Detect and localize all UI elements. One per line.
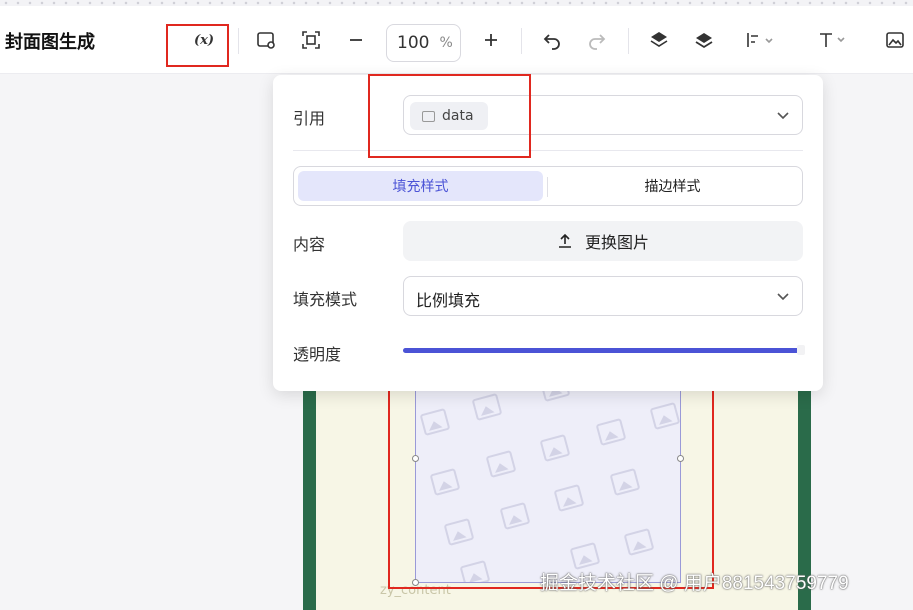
reference-select[interactable]: data xyxy=(403,95,803,135)
section-divider xyxy=(293,150,803,151)
variable-chip[interactable]: data xyxy=(410,102,488,130)
toolbar-divider xyxy=(521,28,522,54)
undo-icon[interactable] xyxy=(536,24,568,56)
placeholder-image-icon xyxy=(553,484,585,512)
chevron-down-icon xyxy=(777,112,789,120)
image-element[interactable] xyxy=(415,380,681,583)
zoom-unit: % xyxy=(439,35,453,51)
upload-icon xyxy=(558,233,571,248)
layers-icon[interactable] xyxy=(688,24,720,56)
redo-icon[interactable] xyxy=(581,24,613,56)
toolbar-divider xyxy=(628,28,629,54)
style-tabs: 填充样式 描边样式 xyxy=(293,166,803,206)
placeholder-image-icon xyxy=(623,528,655,556)
placeholder-image-icon xyxy=(429,468,461,496)
align-dropdown[interactable] xyxy=(736,24,784,56)
properties-panel: 引用 data 填充样式 描边样式 内容 更换图片 填充模式 比例填充 透明度 xyxy=(273,75,823,391)
page-title: 封面图生成 xyxy=(5,32,95,53)
fill-mode-label: 填充模式 xyxy=(293,290,358,309)
bring-forward-icon[interactable] xyxy=(643,24,675,56)
opacity-slider-fill xyxy=(403,348,799,353)
variable-chip-label: data xyxy=(442,108,474,124)
placeholder-image-icon xyxy=(609,468,641,496)
opacity-slider-handle[interactable] xyxy=(797,345,805,355)
zoom-value: 100 xyxy=(397,33,430,53)
resize-handle[interactable] xyxy=(677,455,684,462)
resize-handle[interactable] xyxy=(412,455,419,462)
reference-label: 引用 xyxy=(293,109,326,128)
tab-divider xyxy=(547,177,548,197)
replace-image-button[interactable]: 更换图片 xyxy=(403,221,803,261)
watermark: 掘金技术社区 @ 用户881543759779 xyxy=(540,573,849,594)
zoom-out-icon[interactable] xyxy=(340,24,372,56)
zoom-input[interactable]: 100 % xyxy=(386,24,461,62)
fill-mode-value: 比例填充 xyxy=(416,291,481,310)
image-type-icon xyxy=(422,110,435,122)
placeholder-image-icon xyxy=(569,542,601,570)
fit-screen-icon[interactable] xyxy=(295,24,327,56)
placeholder-image-icon xyxy=(459,560,491,582)
tab-stroke-style[interactable]: 描边样式 xyxy=(550,171,795,201)
content-label: 内容 xyxy=(293,235,326,254)
opacity-slider[interactable] xyxy=(403,348,799,353)
canvas-settings-icon[interactable] xyxy=(250,24,282,56)
layer-name-label: zy_content xyxy=(380,583,451,598)
placeholder-image-icon xyxy=(485,450,517,478)
replace-image-label: 更换图片 xyxy=(584,233,649,252)
toolbar-divider xyxy=(238,28,239,54)
image-icon[interactable] xyxy=(879,24,911,56)
placeholder-image-icon xyxy=(419,408,451,436)
placeholder-image-icon xyxy=(499,502,531,530)
placeholder-image-icon xyxy=(471,393,503,421)
placeholder-image-icon xyxy=(443,518,475,546)
variable-button[interactable]: (x) xyxy=(188,24,220,56)
placeholder-image-icon xyxy=(595,418,627,446)
fill-mode-select[interactable]: 比例填充 xyxy=(403,276,803,316)
zoom-in-icon[interactable] xyxy=(475,24,507,56)
opacity-label: 透明度 xyxy=(293,345,342,364)
chevron-down-icon xyxy=(777,293,789,301)
placeholder-image-icon xyxy=(649,402,680,430)
text-dropdown[interactable] xyxy=(808,24,856,56)
placeholder-image-icon xyxy=(539,434,571,462)
tab-fill-style[interactable]: 填充样式 xyxy=(298,171,543,201)
top-toolbar: 封面图生成 (x) 100 % xyxy=(0,6,913,74)
